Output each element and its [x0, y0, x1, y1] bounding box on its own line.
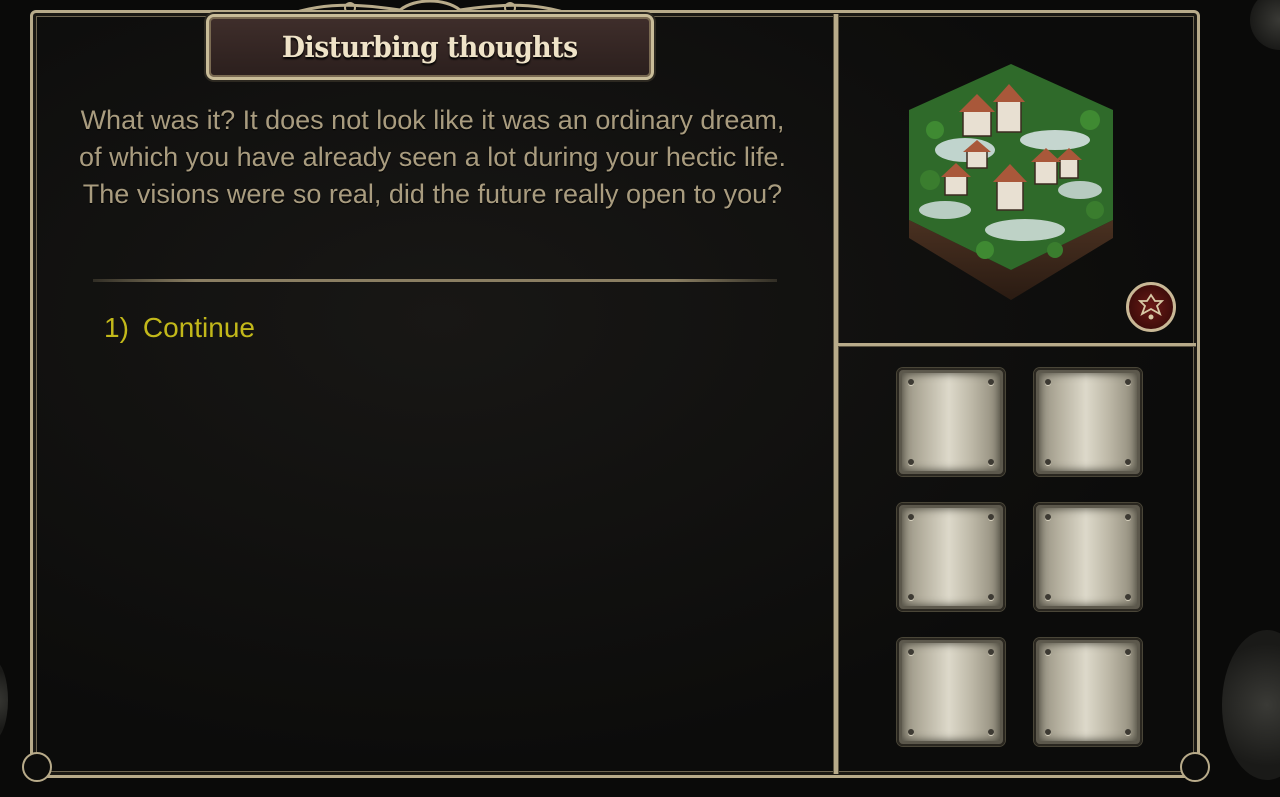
inventory-slot[interactable] — [897, 368, 1005, 476]
rivet — [988, 594, 994, 600]
background-ornament — [1250, 0, 1280, 50]
rivet — [988, 729, 994, 735]
rivet — [1125, 729, 1131, 735]
story-text: What was it? It does not look like it wa… — [79, 105, 786, 209]
inventory-slot[interactable] — [1034, 503, 1142, 611]
inventory-slot[interactable] — [1034, 638, 1142, 746]
inventory-slot[interactable] — [897, 503, 1005, 611]
dialog-title: Disturbing thoughts — [282, 30, 578, 64]
inventory-slot[interactable] — [1034, 368, 1142, 476]
rivet — [1125, 459, 1131, 465]
rivet — [908, 729, 914, 735]
crest-emblem-icon — [1137, 293, 1165, 320]
rivet — [1045, 594, 1051, 600]
rivet — [1125, 594, 1131, 600]
panel-divider — [834, 14, 838, 774]
rivet — [1045, 459, 1051, 465]
rivet — [908, 594, 914, 600]
rivet — [1125, 649, 1131, 655]
panel-divider — [838, 343, 1196, 346]
option-label: Continue — [142, 312, 255, 343]
background-ornament — [1222, 630, 1280, 780]
option-number: 1) — [104, 312, 129, 343]
rivet — [1045, 729, 1051, 735]
village-tile-icon — [909, 64, 1113, 300]
rivet — [988, 379, 994, 385]
option-continue[interactable]: 1) Continue — [104, 312, 255, 350]
title-plaque: Disturbing thoughts — [206, 14, 654, 80]
background-ornament — [0, 660, 8, 740]
rivet — [988, 649, 994, 655]
rivet — [1125, 514, 1131, 520]
rivet — [908, 649, 914, 655]
rivet — [988, 514, 994, 520]
corner-ornament — [22, 752, 52, 782]
rivet — [988, 459, 994, 465]
rivet — [908, 514, 914, 520]
inventory-slot[interactable] — [897, 638, 1005, 746]
rivet — [1045, 379, 1051, 385]
rivet — [908, 459, 914, 465]
crest-button[interactable] — [1126, 282, 1176, 332]
corner-ornament — [1180, 752, 1210, 782]
rivet — [908, 379, 914, 385]
rivet — [1045, 514, 1051, 520]
rivet — [1125, 379, 1131, 385]
text-separator — [93, 279, 777, 282]
rivet — [1045, 649, 1051, 655]
